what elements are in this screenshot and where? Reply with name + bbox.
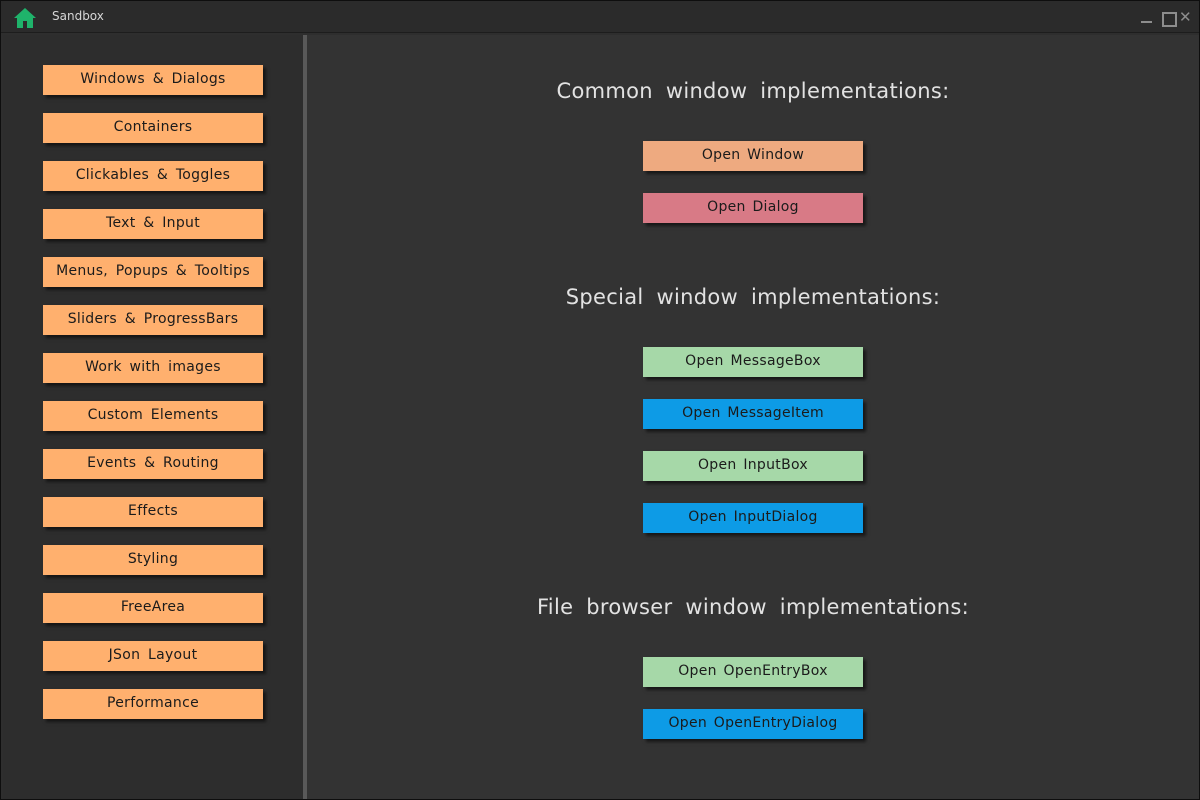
sidebar-item-windows-dialogs[interactable]: Windows & Dialogs [43, 65, 263, 95]
window-title: Sandbox [52, 9, 104, 23]
sidebar-item-custom-elements[interactable]: Custom Elements [43, 401, 263, 431]
section-heading-special: Special window implementations: [565, 285, 941, 309]
sidebar-item-effects[interactable]: Effects [43, 497, 263, 527]
app-window: Sandbox ✕ Windows & Dialogs Containers C… [0, 0, 1200, 800]
open-openentrybox-button[interactable]: Open OpenEntryBox [643, 657, 863, 687]
sidebar-item-menus-popups-tooltips[interactable]: Menus, Popups & Tooltips [43, 257, 263, 287]
main-content: Common window implementations: Open Wind… [307, 35, 1199, 799]
open-messagebox-button[interactable]: Open MessageBox [643, 347, 863, 377]
home-icon[interactable] [13, 7, 37, 29]
sidebar-item-sliders-progressbars[interactable]: Sliders & ProgressBars [43, 305, 263, 335]
open-window-button[interactable]: Open Window [643, 141, 863, 171]
open-inputbox-button[interactable]: Open InputBox [643, 451, 863, 481]
sidebar-item-events-routing[interactable]: Events & Routing [43, 449, 263, 479]
section-heading-common: Common window implementations: [556, 79, 950, 103]
sidebar-item-clickables-toggles[interactable]: Clickables & Toggles [43, 161, 263, 191]
sidebar-item-styling[interactable]: Styling [43, 545, 263, 575]
open-messageitem-button[interactable]: Open MessageItem [643, 399, 863, 429]
maximize-icon[interactable] [1160, 9, 1177, 27]
sidebar-item-freearea[interactable]: FreeArea [43, 593, 263, 623]
open-openentrydialog-button[interactable]: Open OpenEntryDialog [643, 709, 863, 739]
sidebar-item-containers[interactable]: Containers [43, 113, 263, 143]
sidebar-item-work-with-images[interactable]: Work with images [43, 353, 263, 383]
sidebar-item-json-layout[interactable]: JSon Layout [43, 641, 263, 671]
sidebar-item-performance[interactable]: Performance [43, 689, 263, 719]
minimize-icon[interactable] [1139, 9, 1153, 25]
title-bar[interactable]: Sandbox ✕ [1, 1, 1199, 33]
open-dialog-button[interactable]: Open Dialog [643, 193, 863, 223]
section-heading-file-browser: File browser window implementations: [536, 595, 970, 619]
sidebar: Windows & Dialogs Containers Clickables … [3, 35, 303, 799]
sidebar-item-text-input[interactable]: Text & Input [43, 209, 263, 239]
open-inputdialog-button[interactable]: Open InputDialog [643, 503, 863, 533]
close-icon[interactable]: ✕ [1179, 9, 1193, 25]
